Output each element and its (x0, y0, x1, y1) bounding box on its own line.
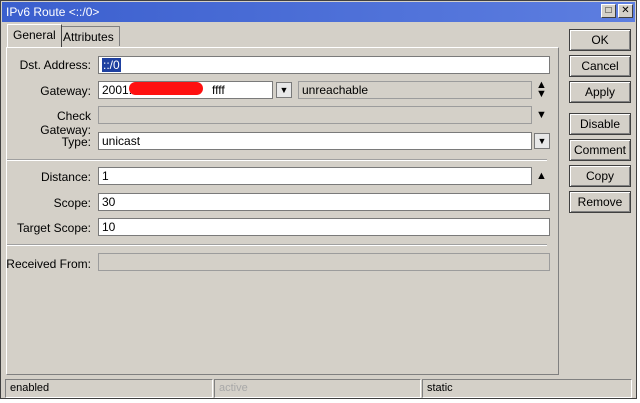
distance-label: Distance: (40, 170, 91, 184)
type-field[interactable]: unicast (98, 132, 532, 150)
received-from-field (98, 253, 550, 271)
dst-address-value: ::/0 (102, 58, 121, 72)
target-scope-label: Target Scope: (16, 221, 91, 235)
gateway-down-icon[interactable]: ▼ (536, 88, 547, 100)
dst-address-field[interactable]: ::/0 (98, 56, 550, 74)
status-active: active (214, 379, 421, 398)
received-from-label: Received From: (6, 257, 91, 271)
gateway-dropdown-icon[interactable]: ▼ (276, 82, 292, 98)
dst-address-label: Dst. Address: (19, 58, 91, 72)
divider (7, 159, 547, 161)
status-enabled: enabled (5, 379, 213, 398)
scope-label: Scope: (53, 196, 91, 210)
divider (7, 244, 547, 246)
title-bar[interactable]: IPv6 Route <::/0> □ ✕ (2, 2, 635, 22)
scope-field[interactable]: 30 (98, 193, 550, 211)
target-scope-field[interactable]: 10 (98, 218, 550, 236)
cancel-button[interactable]: Cancel (569, 55, 631, 77)
gateway-label: Gateway: (40, 84, 91, 98)
type-dropdown-icon[interactable]: ▼ (534, 133, 550, 149)
check-gateway-field[interactable] (98, 106, 532, 124)
tab-attributes[interactable]: Attributes (57, 26, 120, 46)
type-label: Type: (61, 135, 91, 149)
ok-button[interactable]: OK (569, 29, 631, 51)
distance-collapse-icon[interactable]: ▲ (536, 170, 547, 182)
close-icon[interactable]: ✕ (618, 4, 633, 18)
maximize-icon[interactable]: □ (601, 4, 616, 18)
remove-button[interactable]: Remove (569, 191, 631, 213)
redaction-mark (129, 82, 203, 95)
distance-field[interactable]: 1 (98, 167, 532, 185)
gateway-value-suffix: ffff (212, 83, 225, 97)
apply-button[interactable]: Apply (569, 81, 631, 103)
comment-button[interactable]: Comment (569, 139, 631, 161)
route-window: IPv6 Route <::/0> □ ✕ General Attributes… (0, 0, 637, 399)
tab-general[interactable]: General (7, 24, 62, 47)
check-gateway-label: Check Gateway: (40, 109, 91, 137)
gateway-value-prefix: 2001: (102, 83, 133, 97)
gateway-state-field: unreachable (298, 81, 532, 99)
check-gateway-dropdown-icon[interactable]: ▼ (536, 109, 547, 121)
status-static: static (422, 379, 632, 398)
copy-button[interactable]: Copy (569, 165, 631, 187)
disable-button[interactable]: Disable (569, 113, 631, 135)
window-title: IPv6 Route <::/0> (6, 5, 100, 19)
